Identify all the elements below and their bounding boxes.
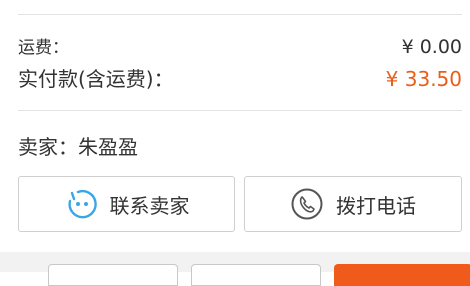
bottom-bar-button[interactable] [191,264,321,286]
paid-value: ¥ 33.50 [385,67,462,91]
contact-seller-label: 联系卖家 [109,193,190,218]
seller-name: 卖家：朱盈盈 [18,135,138,159]
paid-row: 实付款(含运费)： ¥ 33.50 [18,63,462,92]
paid-label: 实付款(含运费)： [18,67,174,91]
bottom-bar-primary-button[interactable] [334,264,470,286]
shipping-label: 运费： [18,38,69,58]
call-phone-button[interactable]: 拨打电话 [244,176,462,232]
shipping-value: ¥ 0.00 [401,36,462,58]
bottom-bar-button[interactable] [48,264,178,286]
call-phone-label: 拨打电话 [336,193,416,218]
phone-icon [290,187,324,221]
shipping-row: 运费： ¥ 0.00 [18,33,462,58]
section-divider [18,110,462,111]
contact-seller-button[interactable]: 联系卖家 [18,176,235,232]
chat-face-icon [64,187,98,221]
top-divider [18,14,462,15]
